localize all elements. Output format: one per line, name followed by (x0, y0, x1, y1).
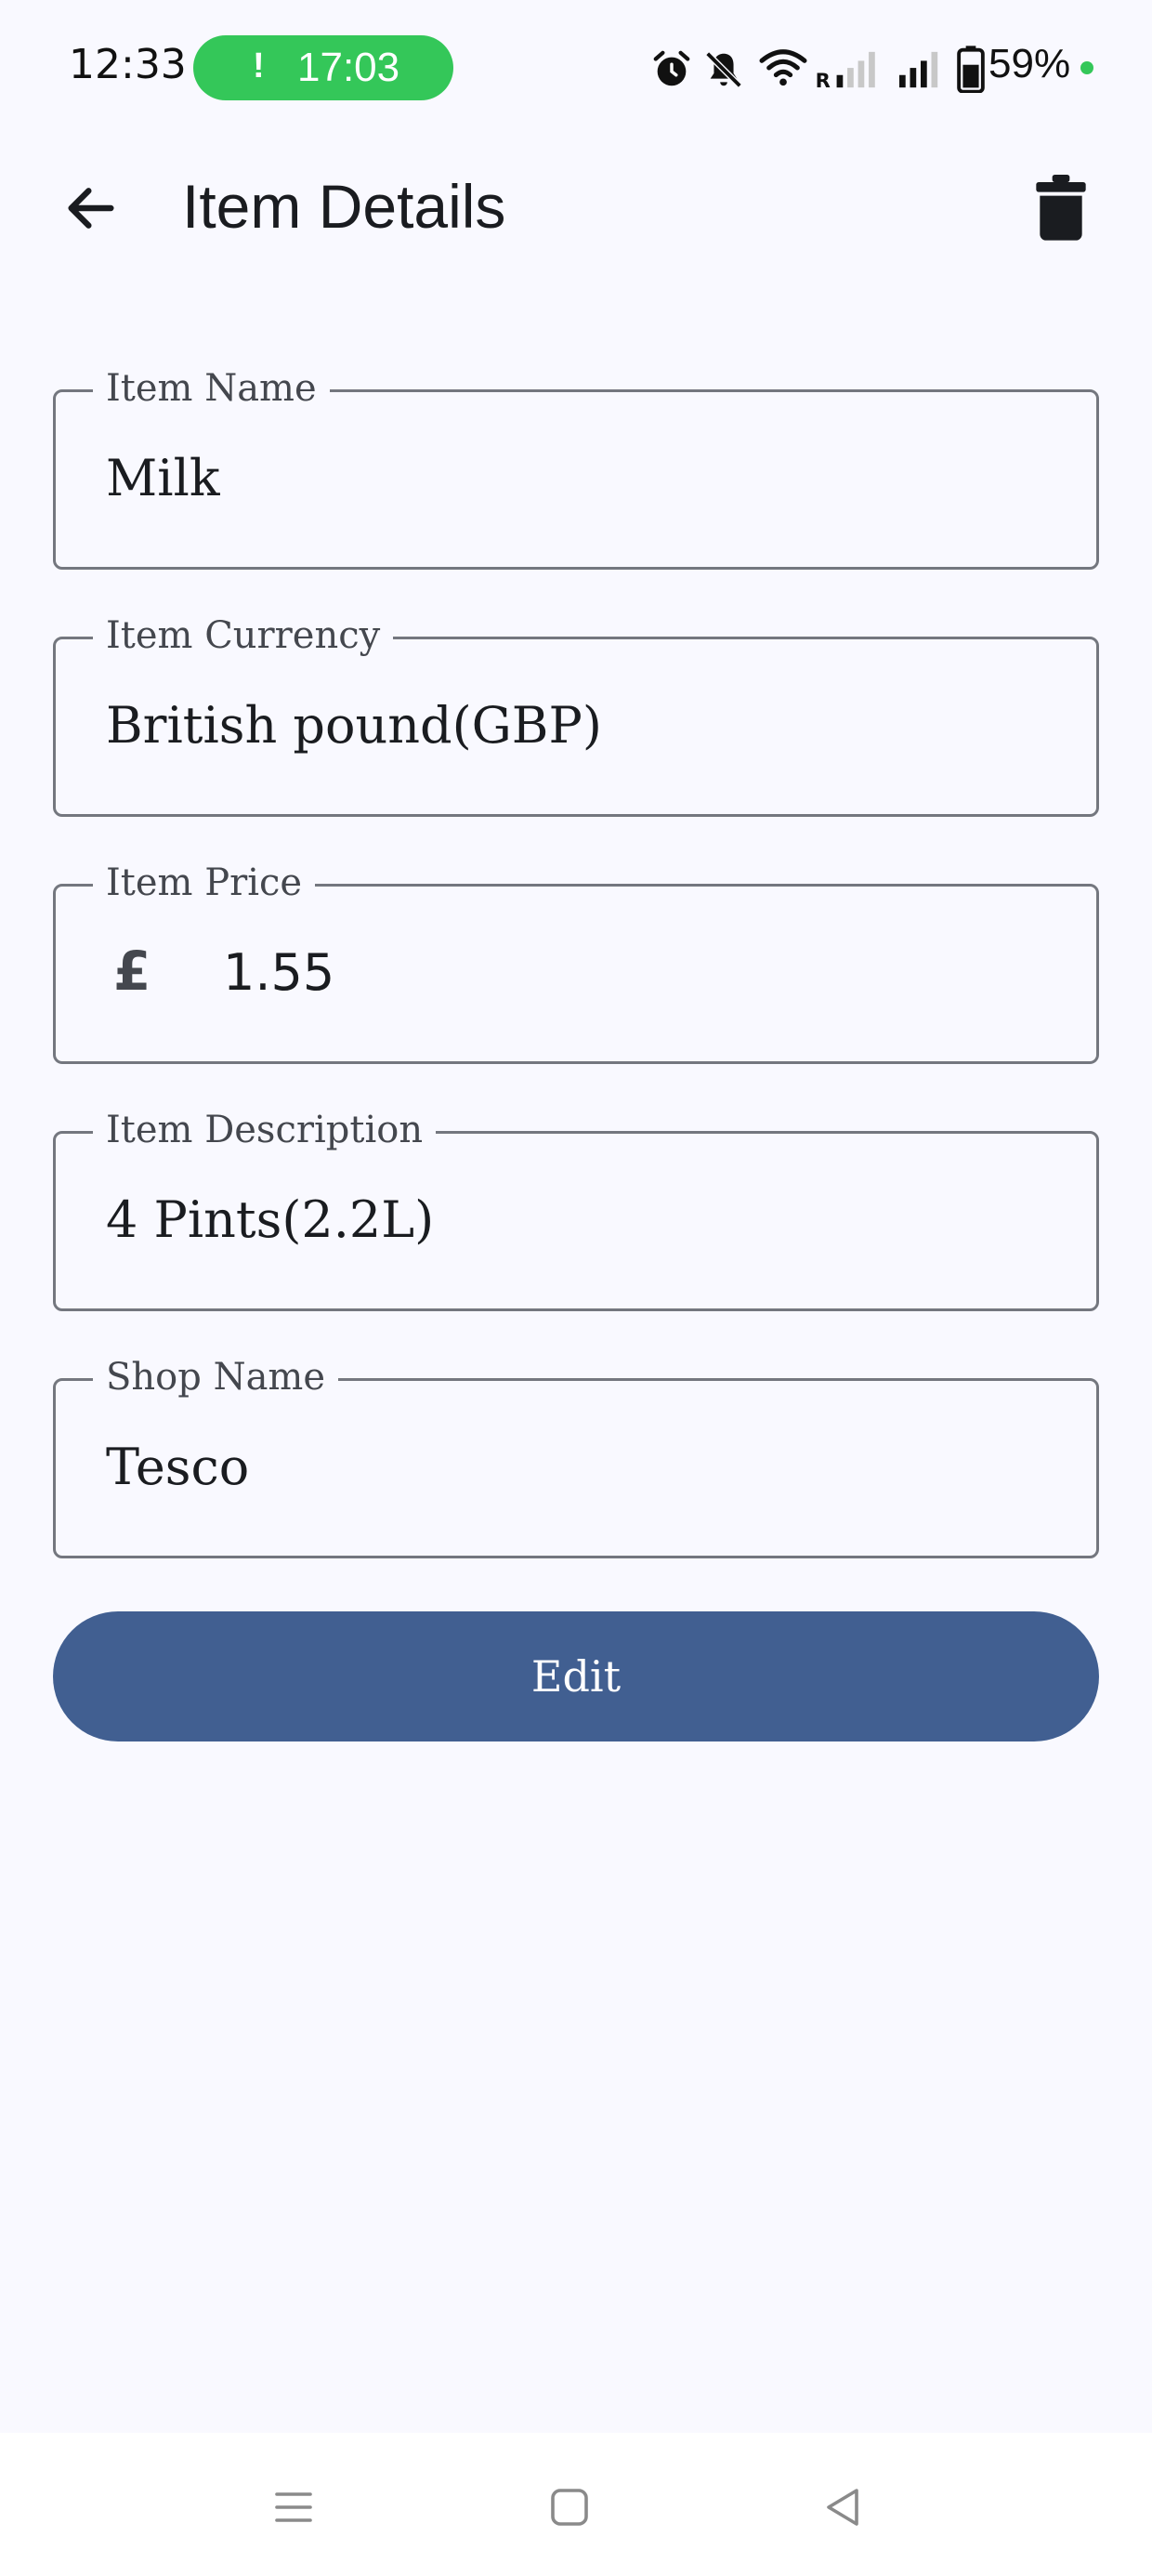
system-navigation-bar (0, 2433, 1152, 2576)
item-price-label: Item Price (93, 859, 316, 907)
status-time: 12:33 (69, 41, 187, 88)
recent-apps-button[interactable] (256, 2470, 331, 2544)
edit-button[interactable]: Edit (53, 1611, 1099, 1741)
item-currency-value: British pound(GBP) (106, 696, 602, 755)
item-description-label: Item Description (93, 1106, 437, 1154)
system-back-button[interactable] (806, 2470, 881, 2544)
trash-icon (1036, 175, 1086, 241)
back-button[interactable] (52, 169, 130, 247)
menu-nav-icon (275, 2492, 312, 2522)
item-name-value: Milk (106, 449, 220, 507)
item-price-value: 1.55 (223, 943, 335, 1002)
ongoing-call-pill[interactable]: ! 17:03 (193, 35, 453, 100)
alarm-icon (653, 50, 690, 86)
currency-symbol-icon: £ (113, 940, 151, 1003)
shop-name-value: Tesco (106, 1438, 250, 1496)
status-bar: 12:33 ! 17:03 R 59% (0, 0, 1152, 139)
arrow-back-icon (68, 188, 114, 229)
battery-icon (957, 46, 985, 93)
signal-r-icon: R (816, 51, 875, 91)
item-name-field[interactable]: Item Name Milk (53, 364, 1099, 570)
signal-icon (899, 51, 938, 88)
item-currency-field[interactable]: Item Currency British pound(GBP) (53, 611, 1099, 817)
item-description-field[interactable]: Item Description 4 Pints(2.2L) (53, 1106, 1099, 1311)
item-currency-label: Item Currency (93, 611, 394, 660)
call-timer: 17:03 (297, 45, 400, 90)
svg-text:R: R (816, 69, 831, 91)
home-button[interactable] (532, 2470, 607, 2544)
item-description-value: 4 Pints(2.2L) (106, 1190, 435, 1249)
page-title: Item Details (182, 172, 506, 241)
call-alert-icon: ! (253, 46, 265, 85)
wifi-icon (759, 49, 807, 86)
notifications-off-icon (705, 51, 742, 88)
item-name-label: Item Name (93, 364, 330, 413)
shop-name-label: Shop Name (93, 1353, 339, 1401)
back-nav-icon (827, 2489, 858, 2526)
battery-percentage: 59% (988, 41, 1071, 86)
app-bar: Item Details (0, 139, 1152, 274)
delete-button[interactable] (1022, 169, 1100, 247)
status-indicator-dot (1080, 61, 1093, 74)
item-price-field[interactable]: Item Price £ 1.55 (53, 859, 1099, 1064)
home-nav-icon (551, 2489, 588, 2526)
shop-name-field[interactable]: Shop Name Tesco (53, 1353, 1099, 1558)
